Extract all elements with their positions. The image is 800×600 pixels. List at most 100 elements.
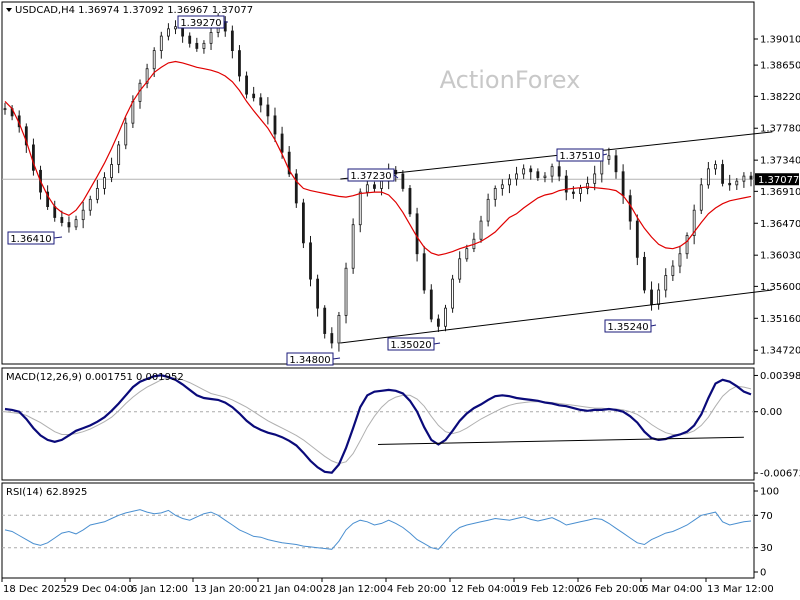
price-candle	[280, 133, 284, 153]
price-candle	[586, 182, 589, 189]
price-candle	[685, 235, 689, 255]
price-candle	[749, 175, 753, 180]
price-candle	[53, 206, 57, 218]
price-candle	[159, 35, 163, 52]
price-candle	[88, 198, 92, 211]
price-candle	[557, 166, 561, 177]
panel-frame-macd	[1, 367, 755, 481]
x-tick-label: 18 Dec 2025	[3, 584, 67, 595]
x-tick-label: 19 Feb 12:00	[515, 584, 581, 595]
price-candle	[301, 202, 305, 244]
price-candle	[117, 144, 121, 165]
panel-frame-rsi	[1, 482, 755, 579]
price-candle	[600, 159, 604, 175]
price-candle	[273, 115, 277, 135]
price-candle	[167, 28, 170, 37]
price-candle	[664, 275, 668, 291]
x-tick-label: 13 Mar 12:00	[707, 584, 774, 595]
price-candle	[579, 188, 582, 194]
price-candle	[174, 26, 177, 30]
price-candle	[95, 188, 99, 200]
price-candle	[351, 224, 355, 269]
forex-chart[interactable]: ActionForex 1.39010 1.38650 1.38220 1.37780 1…	[0, 0, 800, 600]
price-candle	[152, 50, 156, 70]
price-tick-label: 1.37780	[760, 124, 800, 135]
price-candle	[486, 198, 490, 222]
price-candle	[110, 164, 113, 178]
price-candle	[522, 168, 526, 175]
price-candle	[415, 213, 419, 255]
price-candle	[330, 333, 334, 344]
price-candle	[678, 253, 682, 267]
price-tick-label: 1.38220	[760, 92, 800, 103]
price-candle	[714, 164, 717, 170]
x-tick-label: 12 Feb 04:00	[451, 584, 517, 595]
x-tick-label: 21 Jan 04:00	[259, 584, 322, 595]
price-candle	[266, 104, 270, 117]
price-candle	[81, 209, 85, 221]
x-tick-label: 29 Dec 04:00	[66, 584, 133, 595]
price-tick-label: 1.36030	[760, 251, 800, 262]
x-tick-label: 13 Jan 20:00	[194, 584, 257, 595]
price-candle	[3, 108, 7, 111]
price-candle	[223, 21, 227, 32]
callout-label: 1.37230	[350, 171, 391, 182]
price-candle	[373, 184, 376, 189]
price-candle	[699, 184, 703, 211]
x-tick-label: 6 Mar 04:00	[642, 584, 702, 595]
price-candle	[209, 32, 213, 44]
price-candle	[543, 175, 547, 178]
price-candle	[593, 173, 597, 184]
price-candle	[465, 248, 469, 260]
price-candle	[650, 289, 653, 305]
price-candle	[614, 155, 618, 173]
price-candle	[621, 171, 625, 197]
price-candle	[628, 195, 632, 222]
price-candle	[408, 188, 412, 215]
price-candle	[742, 175, 746, 182]
price-tick-label: 1.36470	[760, 219, 800, 230]
callout-label: 1.36410	[10, 234, 51, 245]
price-candle	[706, 168, 710, 186]
callout-label: 1.35020	[390, 340, 431, 351]
price-candle	[124, 122, 128, 146]
price-candle	[337, 314, 341, 344]
rsi-tick-label: 0	[760, 568, 766, 579]
price-candle	[643, 256, 646, 291]
price-candle	[401, 173, 405, 189]
price-candle	[344, 267, 348, 316]
price-tick-label: 1.36910	[760, 187, 800, 198]
price-tick-label: 1.34720	[760, 346, 800, 357]
price-title: USDCAD,H4 1.36974 1.37092 1.36967 1.3707…	[15, 5, 253, 16]
price-candle	[358, 191, 362, 226]
callout-label: 1.35240	[607, 322, 648, 333]
price-candle	[365, 184, 369, 193]
price-candle	[323, 307, 327, 334]
price-candle	[252, 93, 256, 99]
price-candle	[245, 75, 248, 95]
rsi-tick-label: 30	[760, 543, 773, 554]
watermark: ActionForex	[440, 66, 581, 94]
price-candle	[74, 219, 78, 228]
price-candle	[451, 278, 455, 309]
macd-tick-label: -0.006737	[760, 469, 800, 480]
rsi-tick-label: 100	[760, 487, 779, 498]
price-candle	[735, 180, 739, 186]
price-candle	[436, 318, 440, 327]
x-tick-label: 4 Feb 20:00	[387, 584, 446, 595]
price-candle	[529, 168, 533, 173]
price-candle	[550, 166, 554, 177]
price-candle	[422, 253, 426, 291]
price-tick-label: 1.35160	[760, 314, 800, 325]
price-candle	[657, 289, 661, 305]
price-candle	[238, 50, 241, 77]
price-candle	[444, 307, 447, 327]
x-tick-label: 6 Jan 12:00	[131, 584, 188, 595]
callout-label: 1.37510	[559, 151, 600, 162]
price-candle	[508, 178, 511, 186]
price-candle	[721, 164, 724, 184]
price-candle	[728, 182, 732, 186]
price-candle	[188, 35, 192, 44]
price-candle	[607, 155, 611, 160]
price-candle	[458, 258, 462, 280]
